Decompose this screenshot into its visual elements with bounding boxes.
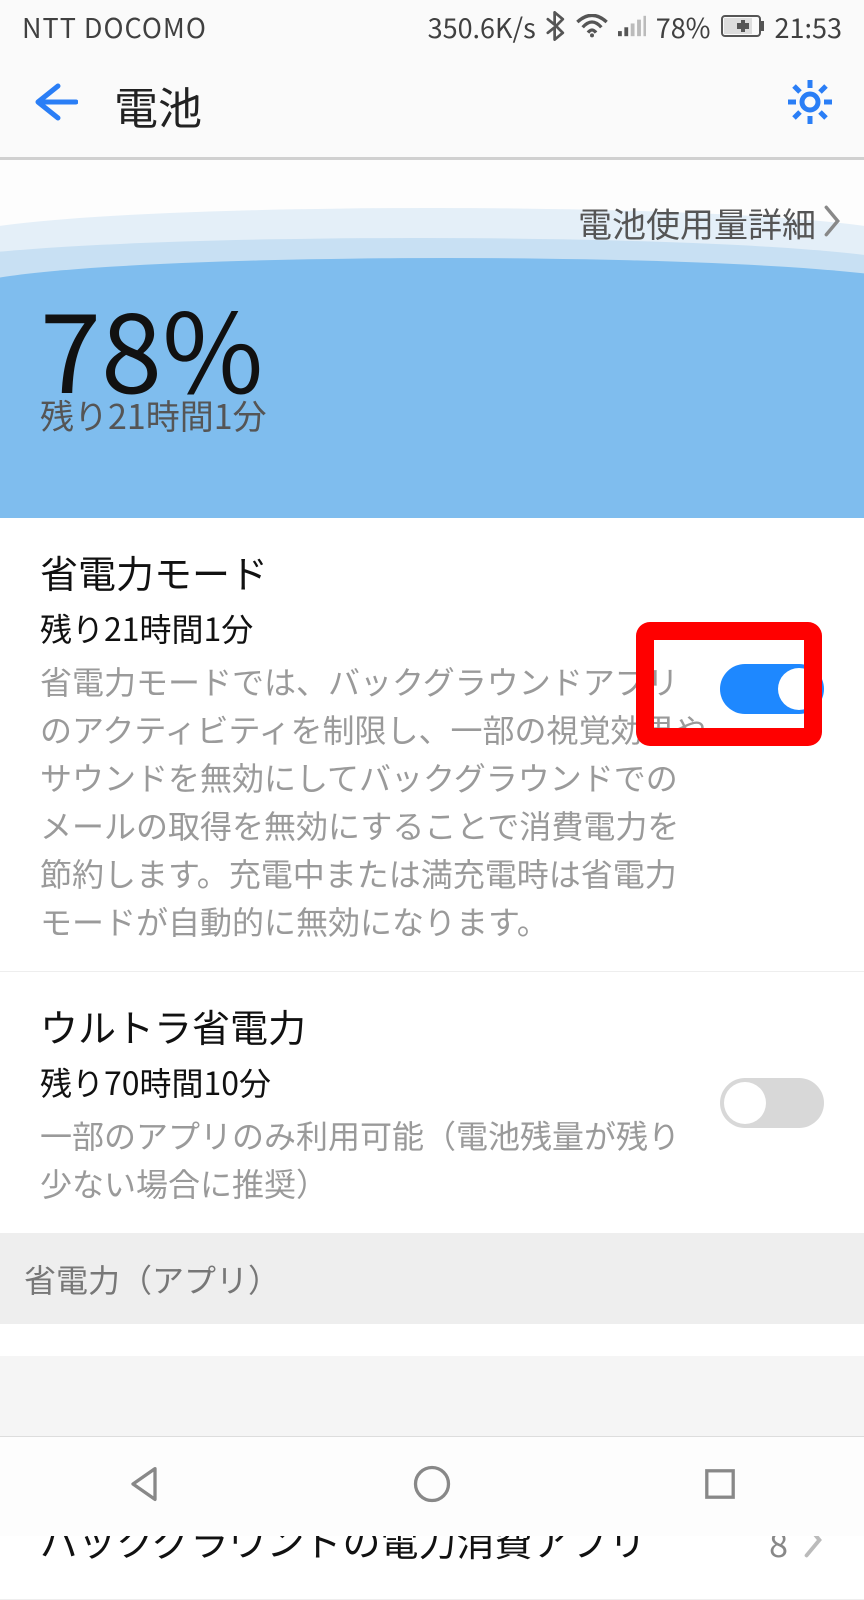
battery-usage-details-label: 電池使用量詳細 — [578, 198, 816, 247]
battery-usage-details[interactable]: 電池使用量詳細 — [578, 198, 842, 247]
power-save-remaining: 残り21時間1分 — [40, 605, 708, 651]
page-title: 電池 — [114, 73, 202, 137]
nav-back-icon[interactable] — [122, 1462, 166, 1511]
section-apps-header: 省電力（アプリ） — [0, 1234, 864, 1324]
power-save-mode-item[interactable]: 省電力モード 残り21時間1分 省電力モードでは、バックグラウンドアプリのアクテ… — [0, 518, 864, 972]
nav-recent-icon[interactable] — [698, 1462, 742, 1511]
ultra-desc: 一部のアプリのみ利用可能（電池残量が残り少ない場合に推奨） — [40, 1111, 708, 1207]
power-save-toggle[interactable] — [720, 664, 824, 714]
battery-graph: 電池使用量詳細 78% 残り21時間1分 — [0, 160, 864, 518]
chevron-right-icon — [822, 198, 842, 247]
ultra-title: ウルトラ省電力 — [40, 998, 708, 1053]
carrier-label: NTT DOCOMO — [22, 7, 207, 46]
ultra-toggle[interactable] — [720, 1078, 824, 1128]
power-save-title: 省電力モード — [40, 544, 708, 599]
battery-pct-status: 78% — [656, 7, 711, 46]
signal-icon — [618, 14, 646, 38]
status-bar: NTT DOCOMO 350.6K/s 78% 21:53 — [0, 0, 864, 52]
status-right: 350.6K/s 78% 21:53 — [428, 7, 842, 46]
battery-remaining: 残り21時間1分 — [40, 390, 267, 439]
clock: 21:53 — [775, 7, 842, 46]
ultra-power-save-item[interactable]: ウルトラ省電力 残り70時間10分 一部のアプリのみ利用可能（電池残量が残り少な… — [0, 972, 864, 1234]
nav-home-icon[interactable] — [410, 1462, 454, 1511]
wifi-icon — [576, 14, 608, 38]
bluetooth-icon — [546, 11, 566, 41]
network-speed: 350.6K/s — [428, 7, 536, 46]
app-header: 電池 — [0, 52, 864, 160]
navigation-bar — [0, 1436, 864, 1536]
power-save-desc: 省電力モードでは、バックグラウンドアプリのアクティビティを制限し、一部の視覚効果… — [40, 657, 708, 945]
gear-icon[interactable] — [786, 78, 834, 131]
battery-icon — [721, 15, 765, 37]
back-icon[interactable] — [30, 82, 78, 127]
ultra-remaining: 残り70時間10分 — [40, 1059, 708, 1105]
